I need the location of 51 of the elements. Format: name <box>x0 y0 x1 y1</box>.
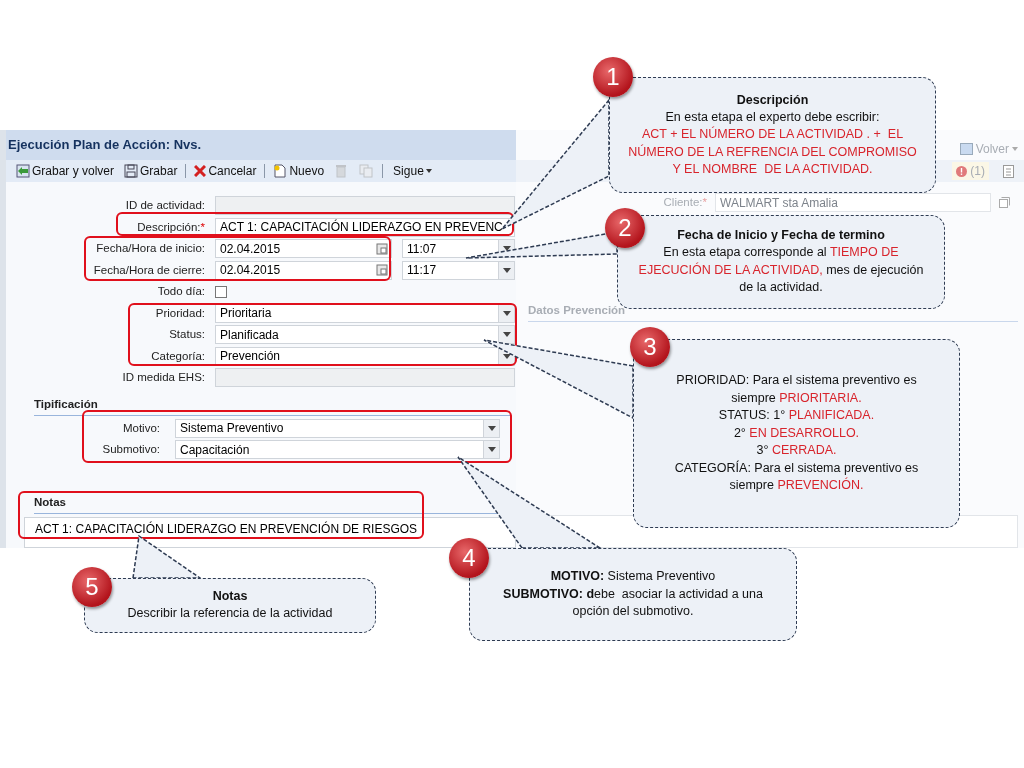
callout-title: Descripción <box>736 91 809 109</box>
new-page-icon <box>273 164 288 178</box>
checkbox[interactable] <box>215 285 227 298</box>
caret-icon <box>1012 147 1018 151</box>
field-label: ID de actividad: <box>125 198 205 214</box>
field-label: Prioridad: <box>155 305 205 321</box>
field-label: Descripción:* <box>137 219 205 235</box>
window-title: Ejecución Plan de Acción: Nvs. <box>8 136 202 155</box>
toolbar-button[interactable]: Nuevo <box>271 162 327 180</box>
field-label: ID medida EHS: <box>122 370 205 386</box>
dropdown-field[interactable]: Planificada <box>215 325 515 345</box>
date-field[interactable]: 02.04.2015 <box>215 260 392 280</box>
section-heading: Notas <box>34 495 66 508</box>
time-field[interactable]: 11:17 <box>402 260 515 280</box>
close-icon <box>194 165 207 177</box>
alert-icon <box>956 165 968 177</box>
field-label: Fecha/Hora de cierre: <box>93 262 205 278</box>
dropdown-field[interactable]: Capacitación <box>175 440 500 460</box>
menu-button[interactable]: Sigue <box>389 162 436 180</box>
text-field[interactable]: WALMART sta Amalia <box>715 193 991 212</box>
callout-title: Notas <box>212 588 248 606</box>
callout-title: Fecha de Inicio y Fecha de termino <box>677 227 885 245</box>
field-label: Fecha/Hora de inicio: <box>96 241 205 257</box>
step-badge: 5 <box>72 567 112 607</box>
toolbar-button[interactable]: Cancelar <box>192 162 259 180</box>
callout-text: En esta etapa el experto debe escribir: ACT + EL NÚMERO DE LA ACTIVIDAD . + EL NÚMERO DE LA REFRENCIA DEL COMPROMISO Y EL NOMBRE DE LA ACTIVIDAD. <box>628 108 917 178</box>
copy-icon <box>359 164 374 178</box>
callout-text: Describir la referencia de la actividad <box>127 605 333 623</box>
date-field[interactable]: 02.04.2015 <box>215 239 392 259</box>
section-heading: Tipificación <box>34 397 98 410</box>
save-arrow-icon <box>16 164 30 178</box>
field-label: Motivo: <box>122 420 160 436</box>
toolbar-button[interactable]: Grabar <box>122 162 180 180</box>
document-icon[interactable] <box>1003 164 1014 178</box>
field-label: Cliente:* <box>663 194 707 210</box>
caret-icon <box>425 169 432 173</box>
field-label: Todo día: <box>157 284 205 300</box>
dropdown-field[interactable]: Sistema Preventivo <box>175 418 500 438</box>
dropdown-field[interactable]: Prioritaria <box>215 303 515 323</box>
field-label: Submotivo: <box>102 442 160 458</box>
window-icon <box>959 143 973 155</box>
callout-text: PRIORIDAD: Para el sistema preventivo es siempre PRIORITARIA. STATUS: 1° PLANIFICADA. 2° EN DESARROLLO. 3° CERRADA. CATEGORÍA: Para el sistema preventivo es siempre PREVENCIÓN. <box>674 372 919 495</box>
callout-text: MOTIVO: Sistema Preventivo SUBMOTIVO: debe asociar la actividad a una opción del submotivo. <box>503 568 763 621</box>
field-label: Status: <box>169 327 205 343</box>
trash-icon <box>335 164 348 178</box>
field-label: Categoría: <box>151 348 205 364</box>
section-heading: Datos Prevención <box>528 304 626 316</box>
calendar-icon[interactable] <box>376 242 388 255</box>
toolbar-button[interactable]: Grabar y volver <box>14 162 117 180</box>
step-badge: 1 <box>593 57 633 97</box>
calendar-icon[interactable] <box>376 264 388 277</box>
